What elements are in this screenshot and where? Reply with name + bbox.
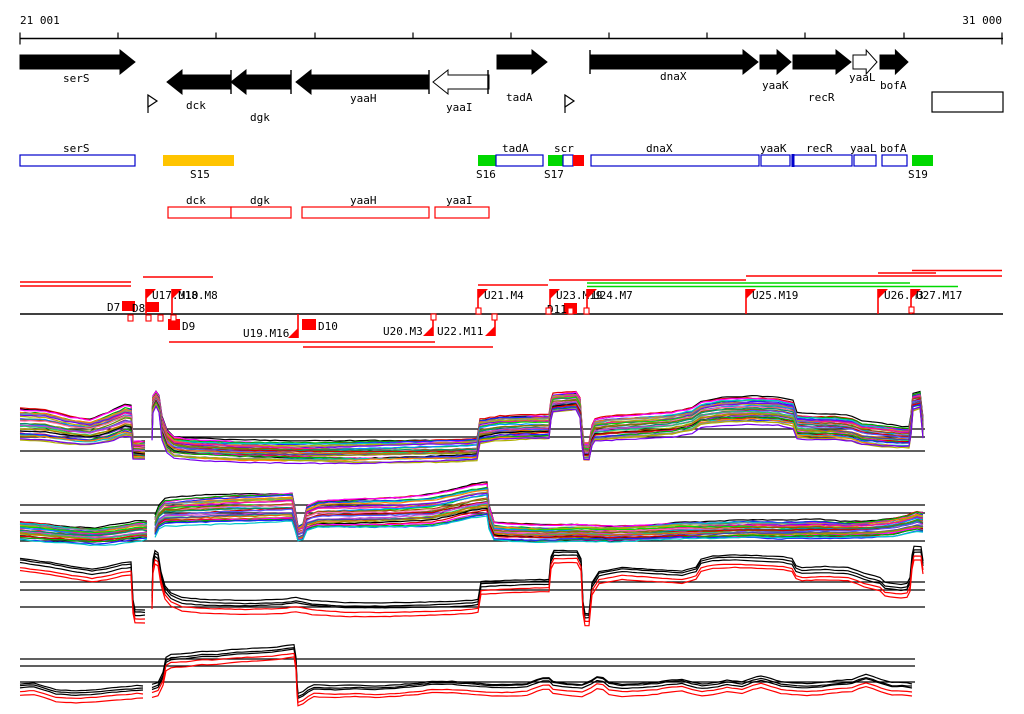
segment-label-d10: D10 [318,320,338,333]
gene-label-dgk: dgk [250,111,270,124]
feature-box-yaal[interactable] [853,154,877,167]
flag-u22-m11[interactable] [485,326,495,336]
signal-line-profile-track-2 [19,686,144,697]
gene-arrow-recr[interactable] [792,48,852,76]
segment-tick-box [475,307,482,315]
red-feature-label-dck: dck [186,194,206,207]
feature-label-bofa: bofA [880,142,907,155]
signal-line-profile-track-1 [151,555,924,623]
feature-box-sers[interactable] [19,154,136,167]
segment-tick-box [545,307,552,315]
red-feature-label-yaai: yaaI [446,194,473,207]
feature-label-scr: scr [554,142,574,155]
gene-label-tada: tadA [506,91,533,104]
gene-arrow-yaah[interactable] [295,68,430,96]
flag-label-u18-m8: U18.M8 [178,289,218,302]
flag-label-u25-m19: U25.M19 [752,289,798,302]
signal-line-profile-track-1 [19,557,146,611]
gene-label-dnax: dnaX [660,70,687,83]
feature-box-s19[interactable] [912,155,933,166]
segment-tick-box [583,307,590,315]
gene-arrow-bofa[interactable] [879,48,909,76]
segment-label-d9: D9 [182,320,195,333]
gene-arrow-dck[interactable] [166,68,232,96]
feature-label-s16: S16 [476,168,496,181]
feature-box-bofa[interactable] [881,154,908,167]
gene-label-sers: serS [63,72,90,85]
feature-label-dnax: dnaX [646,142,673,155]
segment-tick-box [430,313,437,321]
segment-tick-box [491,313,498,321]
gene-label-dck: dck [186,99,206,112]
red-feature-box-yaai[interactable] [434,206,490,219]
gene-label-bofa: bofA [880,79,907,92]
segment-tick-box [145,314,152,322]
feature-box-yaak[interactable] [760,154,791,167]
flag-u19-m16[interactable] [288,328,298,338]
segment-label-d7: D7 [107,301,120,314]
flag-label-u22-m11: U22.M11 [437,325,483,338]
feature-label-s17: S17 [544,168,564,181]
feature-box-s17[interactable] [548,155,563,166]
feature-box-tada[interactable] [495,154,544,167]
gene-label-yaal: yaaL [849,71,876,84]
feature-box-scr-mid[interactable] [562,154,574,167]
feature-label-yaak: yaaK [760,142,787,155]
gene-arrow-yaai[interactable] [432,68,490,96]
promoter-flag-icon[interactable] [147,93,159,109]
flag-label-u21-m4: U21.M4 [484,289,524,302]
feature-box-recr[interactable] [791,154,853,167]
feature-label-sers: serS [63,142,90,155]
gene-arrow-sers[interactable] [19,48,136,76]
red-feature-box-yaah[interactable] [301,206,430,219]
feature-box-scr-red[interactable] [573,155,584,166]
genome-browser-window: 21 001 31 000 serS tadA dnaX yaaK recR yaaL bo… [0,0,1024,714]
feature-box-s16[interactable] [478,155,496,166]
segment-tick-box [170,314,177,322]
flag-label-u24-m7: U24.M7 [593,289,633,302]
feature-label-tada: tadA [502,142,529,155]
ruler-start-label: 21 001 [20,14,60,27]
gene-label-recr: recR [808,91,835,104]
feature-label-s15: S15 [190,168,210,181]
flag-label-u27-m17: U27.M17 [916,289,962,302]
segment-tick-box [127,314,134,322]
red-feature-box-dgk[interactable] [230,206,292,219]
gene-arrow-dgk[interactable] [230,68,292,96]
segment-tick-box [567,307,574,315]
segment-label-d8: D8 [132,302,145,315]
segment-box-d8[interactable] [146,302,159,312]
signal-line-profile-track-1 [19,569,146,624]
gene-label-yaah: yaaH [350,92,377,105]
feature-box-dnax[interactable] [590,154,760,167]
gene-label-yaai: yaaI [446,101,473,114]
red-feature-label-dgk: dgk [250,194,270,207]
segment-tick-box [908,306,915,314]
feature-label-s19: S19 [908,168,928,181]
feature-box-s15[interactable] [163,155,234,166]
gene-arrow-tada[interactable] [496,48,548,76]
signal-line-expression-array-1 [19,434,146,460]
signal-line-profile-track-1 [151,551,924,619]
segment-box-d10[interactable] [302,319,316,330]
segment-tick-box [157,314,164,322]
red-feature-box-dck[interactable] [167,206,232,219]
flag-label-u20-m3: U20.M3 [383,325,423,338]
gene-label-yaak: yaaK [762,79,789,92]
browser-canvas[interactable]: 21 001 31 000 serStadAdnaXyaaKrecRyaaLbo… [0,0,1024,714]
flag-label-u19-m16: U19.M16 [243,327,289,340]
unlabeled-feature-box[interactable] [931,91,1004,113]
feature-label-yaal: yaaL [850,142,877,155]
ruler-end-label: 31 000 [962,14,1002,27]
promoter-flag-icon[interactable] [564,93,576,109]
flag-u20-m3[interactable] [423,326,433,336]
gene-arrow-yaak[interactable] [759,48,792,76]
feature-label-recr: recR [806,142,833,155]
red-feature-label-yaah: yaaH [350,194,377,207]
